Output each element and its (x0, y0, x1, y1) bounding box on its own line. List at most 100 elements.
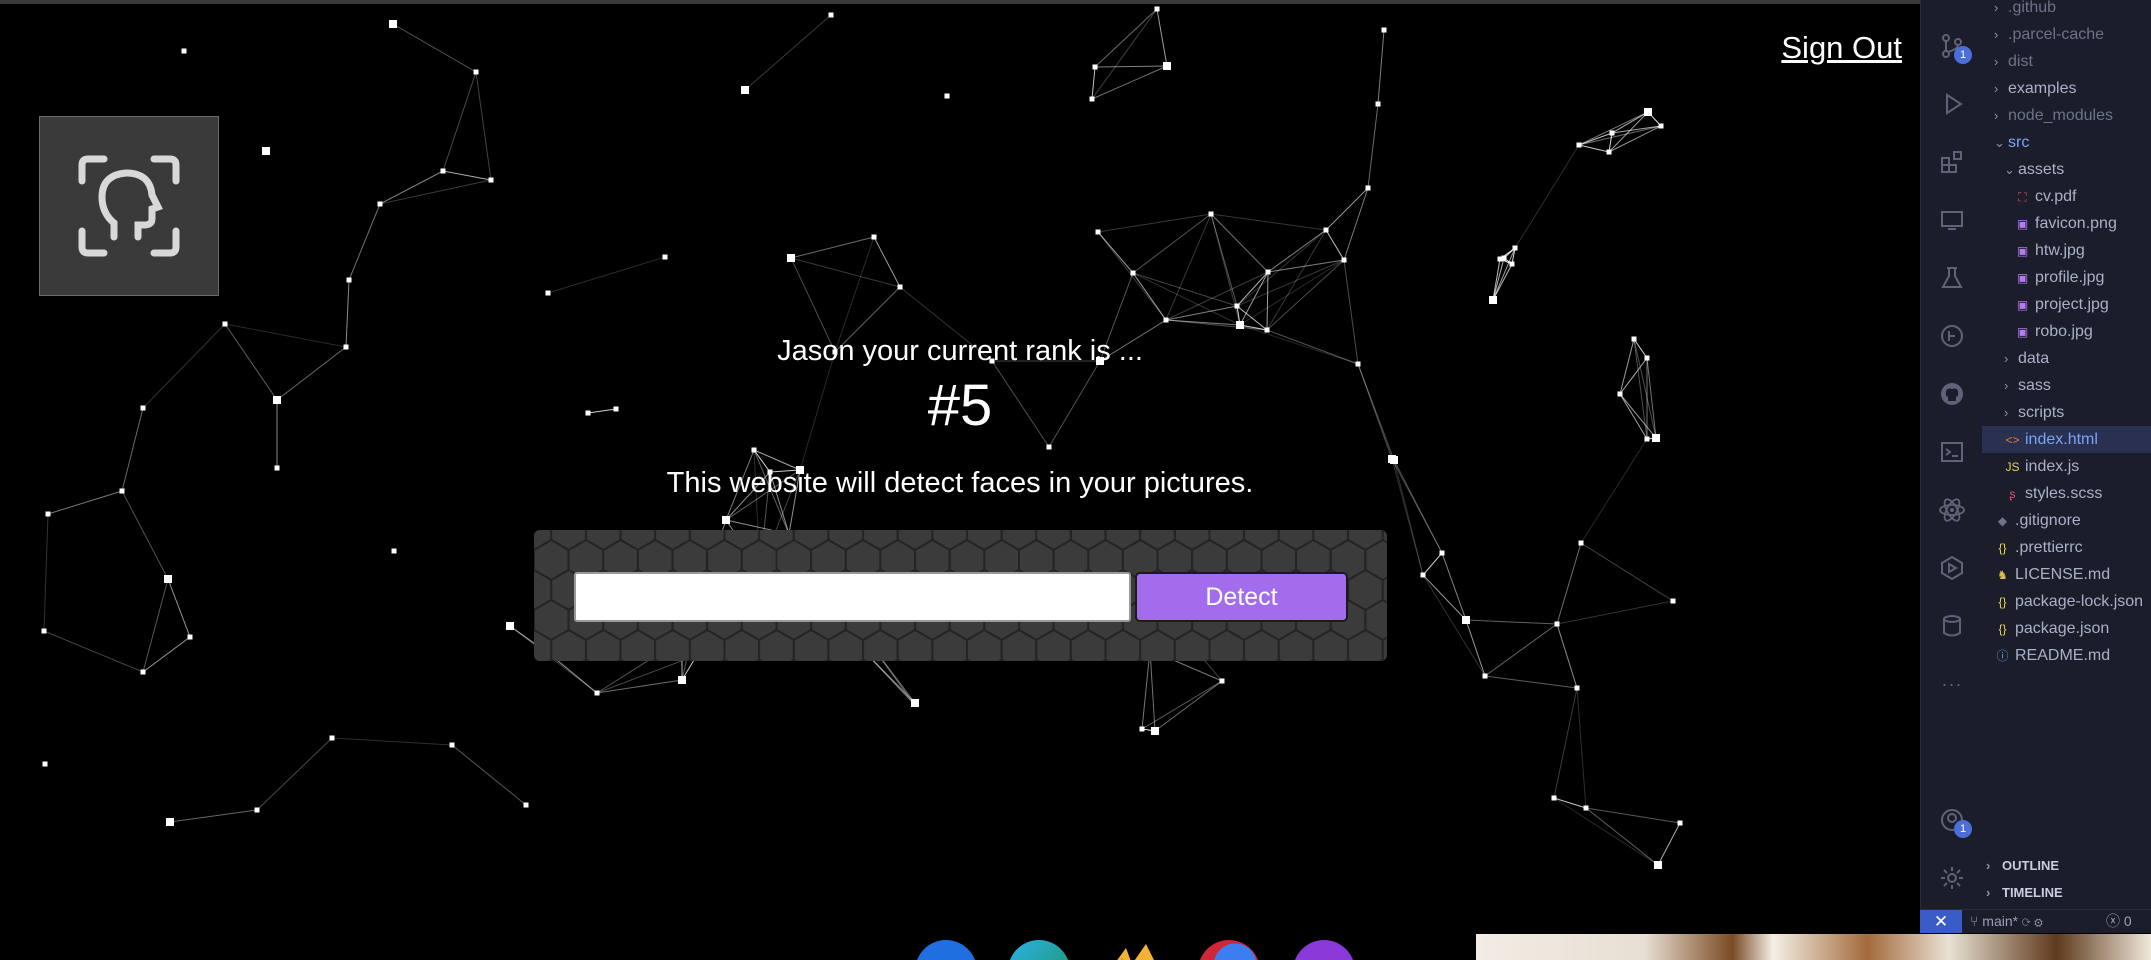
branch-name: main* (1982, 913, 2019, 929)
chevron-right-icon: › (1994, 81, 1999, 96)
file-item[interactable]: ʂ styles.scss (1982, 480, 2151, 507)
tree-item-label: profile.jpg (2035, 269, 2105, 286)
testing-icon[interactable] (1936, 262, 1968, 294)
error-count: 0 (2123, 913, 2132, 929)
tree-item-label: index.html (2025, 431, 2098, 448)
tree-item-label: README.md (2015, 647, 2111, 664)
more-label: ··· (1941, 673, 1963, 694)
accounts-icon[interactable]: 1 (1936, 804, 1972, 838)
paint-icon[interactable] (1102, 940, 1164, 960)
chevron-down-icon: ⌄ (2004, 162, 2015, 177)
pdf-file-icon: ⛶ (2018, 190, 2027, 204)
terminal-icon[interactable] (1936, 436, 1968, 468)
remote-indicator-icon[interactable]: ✕ (1920, 910, 1962, 933)
webcam-photo-strip (1476, 934, 2151, 960)
run-debug-icon[interactable] (1936, 88, 1968, 120)
tree-item-label: assets (2018, 161, 2065, 178)
chevron-right-icon: › (2004, 351, 2009, 366)
folder-item[interactable]: › sass (1982, 372, 2151, 399)
file-item[interactable]: <> index.html (1982, 426, 2151, 453)
face-detection-app: Sign Out Jason your current rank is ... … (0, 0, 1920, 960)
file-item[interactable]: ▣ profile.jpg (1982, 264, 2151, 291)
tree-item-label: node_modules (2008, 107, 2113, 124)
settings-gear-icon[interactable] (1936, 862, 1968, 894)
js-file-icon: JS (2005, 460, 2020, 474)
file-item[interactable]: ▣ htw.jpg (1982, 237, 2151, 264)
file-item[interactable]: {} package-lock.json (1982, 588, 2151, 615)
tree-item-label: dist (2008, 53, 2033, 70)
timeline-section[interactable]: › TIMELINE (1982, 880, 2151, 905)
file-item[interactable]: ◆ .gitignore (1982, 507, 2151, 534)
app-description: This website will detect faces in your p… (666, 467, 1254, 499)
tree-item-label: examples (2008, 80, 2077, 97)
tree-item-label: .github (2008, 0, 2057, 16)
image-file-icon: ▣ (2016, 325, 2029, 339)
tree-item-label: htw.jpg (2035, 242, 2085, 259)
image-file-icon: ▣ (2016, 217, 2029, 231)
vscode-status-bar: ✕ ⑂ main* ⟳ ⚙ ⓧ 0 (1920, 909, 2151, 933)
chevron-right-icon: › (1994, 27, 1999, 42)
file-item[interactable]: {} .prettierrc (1982, 534, 2151, 561)
folder-item[interactable]: › .parcel-cache (1982, 21, 2151, 48)
rank-message: Jason your current rank is ... (777, 335, 1143, 367)
tree-item-label: LICENSE.md (2015, 566, 2111, 583)
tree-item-label: data (2018, 350, 2050, 367)
file-item[interactable]: ⓘ README.md (1982, 642, 2151, 669)
branch-icon: ⑂ (1970, 913, 1979, 929)
git-graph-icon[interactable] (1936, 320, 1968, 352)
folder-item[interactable]: ⌄ assets (1982, 156, 2151, 183)
timeline-label: TIMELINE (2002, 885, 2063, 900)
image-url-form: Detect (534, 530, 1387, 661)
tree-item-label: cv.pdf (2035, 188, 2077, 205)
remote-explorer-icon[interactable] (1936, 204, 1968, 236)
license-file-icon: ♞ (1997, 568, 2008, 582)
file-item[interactable]: ▣ project.jpg (1982, 291, 2151, 318)
outline-section[interactable]: › OUTLINE (1982, 853, 2151, 878)
folder-item[interactable]: › .github (1982, 0, 2151, 21)
branch-status[interactable]: ⑂ main* ⟳ ⚙ (1970, 910, 2043, 933)
more-icon[interactable]: ··· (1936, 668, 1968, 700)
error-icon: ⓧ (2106, 913, 2120, 929)
face-recognition-icon (78, 155, 180, 257)
sync-icon: ⟳ (2021, 913, 2031, 929)
tree-item-label: scripts (2018, 404, 2065, 421)
folder-item[interactable]: › scripts (1982, 399, 2151, 426)
react-icon[interactable] (1936, 494, 1968, 526)
chevron-down-icon: ⌄ (1994, 135, 2005, 150)
folder-item[interactable]: › dist (1982, 48, 2151, 75)
logo-card[interactable] (39, 116, 219, 296)
tree-item-label: .gitignore (2015, 512, 2081, 529)
database-icon[interactable] (1936, 610, 1968, 642)
file-item[interactable]: JS index.js (1982, 453, 2151, 480)
rank-number: #5 (927, 373, 993, 438)
file-item[interactable]: ▣ robo.jpg (1982, 318, 2151, 345)
live-share-icon[interactable] (1936, 552, 1968, 584)
source-control-icon[interactable]: 1 (1936, 30, 1972, 64)
file-item[interactable]: ⛶ cv.pdf (1982, 183, 2151, 210)
image-file-icon: ▣ (2016, 298, 2029, 312)
vscode-explorer: › .github › .parcel-cache › dist › examples › nod… (1982, 0, 2151, 910)
tree-item-label: index.js (2025, 458, 2080, 475)
image-url-input[interactable] (574, 572, 1131, 622)
sign-out-link[interactable]: Sign Out (1781, 30, 1902, 66)
scss-file-icon: ʂ (2009, 487, 2016, 501)
detect-button[interactable]: Detect (1135, 572, 1348, 622)
file-item[interactable]: ▣ favicon.png (1982, 210, 2151, 237)
accounts-badge: 1 (1954, 820, 1972, 838)
extensions-icon[interactable] (1936, 146, 1968, 178)
file-item[interactable]: ♞ LICENSE.md (1982, 561, 2151, 588)
folder-item[interactable]: ⌄ src (1982, 129, 2151, 156)
chevron-right-icon: › (2004, 378, 2009, 393)
chevron-right-icon: › (1994, 0, 1999, 15)
problems-status[interactable]: ⓧ 0 (2106, 910, 2132, 933)
folder-item[interactable]: › data (1982, 345, 2151, 372)
tree-item-label: robo.jpg (2035, 323, 2093, 340)
folder-item[interactable]: › examples (1982, 75, 2151, 102)
file-item[interactable]: {} package.json (1982, 615, 2151, 642)
folder-item[interactable]: › node_modules (1982, 102, 2151, 129)
chevron-right-icon: › (1994, 108, 1999, 123)
image-file-icon: ▣ (2016, 271, 2029, 285)
github-icon[interactable] (1936, 378, 1968, 410)
vscode-activity-bar: 1 ··· 1 (1920, 0, 1983, 920)
tree-item-label: favicon.png (2035, 215, 2117, 232)
